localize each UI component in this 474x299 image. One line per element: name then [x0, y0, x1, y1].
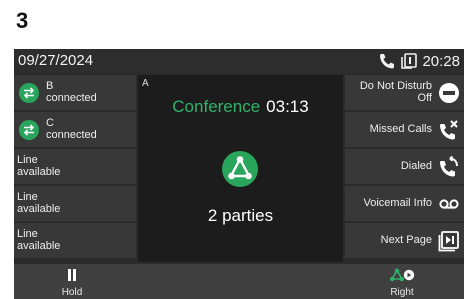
figure-label: 3 — [16, 8, 29, 33]
transfer-icon — [19, 83, 39, 103]
dialed-icon — [438, 155, 460, 178]
do-not-disturb-key[interactable]: Do Not Disturb Off — [345, 75, 464, 110]
pause-icon — [42, 268, 102, 282]
status-date: 09/27/2024 — [18, 52, 94, 69]
line-key-name: Line — [17, 154, 38, 166]
right-softkey[interactable]: Right — [372, 264, 432, 299]
line-key-c[interactable]: C connected — [14, 112, 136, 147]
dialed-label: Dialed — [400, 160, 432, 172]
dnd-label: Do Not Disturb — [359, 80, 432, 92]
phone-icon — [378, 53, 396, 69]
line-key-4[interactable]: Line available — [14, 186, 136, 221]
call-timer: 03:13 — [266, 97, 309, 116]
line-key-name: B — [46, 80, 54, 92]
call-panel: A Conference 03:13 2 parties — [138, 75, 343, 262]
missed-calls-key[interactable]: Missed Calls — [345, 112, 464, 147]
conference-right-icon — [372, 268, 432, 282]
dnd-status: Off — [417, 92, 432, 104]
missed-calls-icon — [438, 119, 460, 141]
line-key-name: Line — [17, 191, 38, 203]
line-key-status: available — [17, 240, 61, 252]
softkey-bar: Hold Right — [14, 264, 464, 299]
missed-calls-label: Missed Calls — [369, 123, 432, 135]
hold-label: Hold — [61, 287, 83, 298]
voicemail-label: Voicemail Info — [363, 197, 432, 209]
dialed-key[interactable]: Dialed — [345, 149, 464, 184]
line-key-status: connected — [46, 92, 97, 104]
dnd-icon — [438, 82, 460, 104]
line-key-5[interactable]: Line available — [14, 223, 136, 258]
line-letter: A — [142, 78, 149, 89]
line-key-b[interactable]: B connected — [14, 75, 136, 110]
parties-count: 2 parties — [207, 206, 274, 225]
line-key-name: Line — [17, 228, 38, 240]
phone-screen: 09/27/2024 20:28 B connected C connected… — [14, 49, 464, 299]
conference-header: Conference 03:13 — [138, 97, 343, 117]
conference-label: Conference — [172, 97, 261, 116]
line-key-name: C — [46, 117, 54, 129]
voicemail-info-key[interactable]: Voicemail Info — [345, 186, 464, 221]
status-time: 20:28 — [422, 52, 460, 70]
line-key-3[interactable]: Line available — [14, 149, 136, 184]
next-page-label: Next Page — [380, 234, 432, 246]
next-page-icon — [438, 230, 460, 252]
status-bar: 09/27/2024 20:28 — [14, 49, 464, 73]
line-key-status: available — [17, 203, 61, 215]
line-key-status: available — [17, 166, 61, 178]
hold-softkey[interactable]: Hold — [42, 264, 102, 299]
transfer-icon — [19, 120, 39, 140]
copy-icon — [400, 52, 418, 70]
line-key-status: connected — [46, 129, 97, 141]
next-page-key[interactable]: Next Page — [345, 223, 464, 258]
conference-icon — [221, 150, 259, 193]
voicemail-icon — [438, 193, 460, 215]
right-label: Right — [390, 287, 414, 298]
